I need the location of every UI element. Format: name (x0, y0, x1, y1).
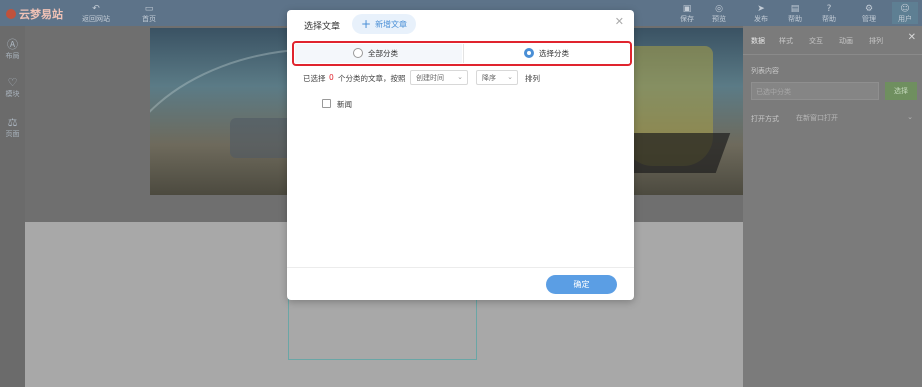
close-icon[interactable]: ✕ (908, 32, 916, 43)
selected-module-outline[interactable] (288, 290, 477, 360)
open-mode-label: 打开方式 (751, 115, 779, 123)
confirm-button[interactable]: 确定 (546, 275, 617, 294)
chevron-down-icon: ⌄ (507, 73, 513, 81)
select-article-dialog: 选择文章 + 新增文章 ✕ 全部分类 选择分类 已选择 0 个分类的文章，按照 创… (287, 10, 634, 300)
toolbar-page-selector[interactable]: ▭ 首页 (142, 4, 156, 24)
select-category-button[interactable]: 选择 (885, 82, 917, 100)
sort-filter-row: 已选择 0 个分类的文章，按照 创建时间 ⌄ 降序 ⌄ 排列 (303, 70, 623, 86)
radio-choose-categories[interactable]: 选择分类 (463, 44, 630, 63)
publish-icon: ➤ (757, 4, 765, 14)
toolbar-save-button[interactable]: ▣ 保存 (674, 4, 700, 24)
radio-unchecked-icon (353, 48, 363, 58)
close-icon[interactable]: ✕ (615, 15, 624, 28)
save-icon: ▣ (682, 4, 692, 14)
toolbar-manage-button[interactable]: ⚙ 管理 (856, 4, 882, 24)
sidebar-item-pages[interactable]: ⚖ 页面 (0, 116, 25, 139)
toolbar-back-button[interactable]: ↶ 返回网站 (82, 4, 110, 24)
checkbox[interactable] (322, 99, 331, 108)
radio-all-categories[interactable]: 全部分类 (295, 44, 462, 63)
manage-icon: ⚙ (864, 4, 874, 14)
properties-panel: 数据 样式 交互 动画 排列 ✕ 列表内容 已选中分类 选择 打开方式 在新窗口… (743, 26, 922, 387)
app-logo: 云梦易站 (6, 6, 63, 22)
layout-icon: Ⓐ (7, 38, 18, 51)
logo-icon (6, 9, 16, 19)
toolbar-help-button[interactable]: ▤ 帮助 (782, 4, 808, 24)
category-input[interactable]: 已选中分类 (751, 82, 879, 100)
tab-style[interactable]: 样式 (779, 36, 793, 46)
chevron-down-icon: ⌄ (907, 113, 913, 121)
sidebar-item-module[interactable]: ♡ 模块 (0, 76, 25, 99)
tab-animation[interactable]: 动画 (839, 36, 853, 46)
open-mode-select[interactable]: 在新窗口打开 ⌄ (793, 110, 917, 126)
new-article-button[interactable]: + 新增文章 (352, 14, 417, 34)
module-icon: ♡ (7, 76, 18, 89)
chevron-down-icon: ⌄ (457, 73, 463, 81)
toolbar-question-button[interactable]: ? 帮助 (816, 4, 842, 24)
tab-arrange[interactable]: 排列 (869, 36, 883, 46)
dialog-title: 选择文章 (304, 22, 341, 32)
radio-checked-icon (524, 48, 534, 58)
sort-field-select[interactable]: 创建时间 ⌄ (410, 70, 468, 85)
left-sidebar: Ⓐ 布局 ♡ 模块 ⚖ 页面 (0, 26, 25, 387)
sidebar-item-layout[interactable]: Ⓐ 布局 (0, 38, 25, 61)
undo-icon: ↶ (92, 4, 100, 14)
category-scope-radio-group: 全部分类 选择分类 (292, 41, 632, 66)
selected-count: 0 (329, 73, 334, 82)
pages-icon: ⚖ (7, 116, 18, 129)
toolbar-preview-button[interactable]: ◎ 预览 (706, 4, 732, 24)
tab-interaction[interactable]: 交互 (809, 36, 823, 46)
toolbar-user-button[interactable]: ☺ 用户 (892, 2, 918, 24)
help-icon: ▤ (790, 4, 800, 14)
list-content-label: 列表内容 (751, 67, 779, 75)
page-icon: ▭ (144, 4, 154, 14)
preview-icon: ◎ (715, 4, 723, 14)
toolbar-publish-button[interactable]: ➤ 发布 (748, 4, 774, 24)
tab-data[interactable]: 数据 (751, 36, 765, 46)
user-icon: ☺ (900, 4, 910, 14)
plus-icon: + (361, 17, 372, 31)
question-icon: ? (826, 4, 832, 14)
sort-order-select[interactable]: 降序 ⌄ (476, 70, 518, 85)
